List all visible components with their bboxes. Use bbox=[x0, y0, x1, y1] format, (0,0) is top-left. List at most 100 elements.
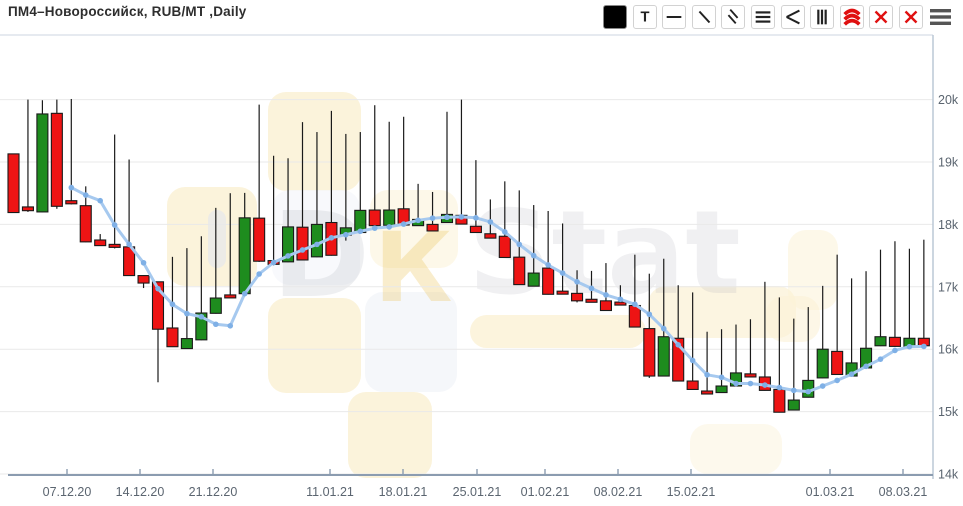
moving-average-dot bbox=[675, 342, 681, 348]
x-tick-label: 11.01.21 bbox=[306, 485, 354, 499]
candle-up[interactable] bbox=[239, 218, 250, 294]
candle-down[interactable] bbox=[51, 113, 62, 206]
moving-average-dot bbox=[921, 344, 927, 350]
candle-down[interactable] bbox=[615, 302, 626, 305]
candle-down[interactable] bbox=[702, 391, 713, 394]
x-tick-label: 08.02.21 bbox=[594, 485, 643, 499]
moving-average-dot bbox=[459, 214, 465, 220]
moving-average-dot bbox=[719, 374, 725, 380]
candle-up[interactable] bbox=[788, 400, 799, 410]
moving-average-dot bbox=[834, 378, 840, 384]
moving-average-dot bbox=[488, 219, 494, 225]
candle-up[interactable] bbox=[716, 386, 727, 393]
arcs-tool-button[interactable] bbox=[840, 5, 864, 29]
candle-down[interactable] bbox=[22, 207, 33, 211]
candlestick-chart[interactable]: 20k19k18k17k16k15k14k07.12.2014.12.2021.… bbox=[0, 0, 963, 506]
text-tool-button[interactable]: T bbox=[633, 5, 657, 29]
moving-average-dot bbox=[791, 388, 797, 394]
trend-line-tool-button[interactable] bbox=[692, 5, 716, 29]
candle-down[interactable] bbox=[600, 301, 611, 311]
angle-fan-tool-icon bbox=[782, 5, 804, 29]
x-tick-label: 08.03.21 bbox=[879, 485, 928, 499]
moving-average-dot bbox=[300, 247, 306, 253]
delete-all-icon bbox=[900, 5, 922, 29]
moving-average-dot bbox=[704, 372, 710, 378]
moving-average-dot bbox=[83, 192, 89, 198]
moving-average-dot bbox=[603, 292, 609, 298]
candle-up[interactable] bbox=[658, 337, 669, 376]
fib-levels-tool-button[interactable] bbox=[751, 5, 775, 29]
candle-down[interactable] bbox=[66, 201, 77, 204]
candle-down[interactable] bbox=[774, 389, 785, 412]
candle-down[interactable] bbox=[644, 329, 655, 376]
candle-down[interactable] bbox=[745, 374, 756, 377]
candle-down[interactable] bbox=[167, 328, 178, 347]
color-swatch-button[interactable] bbox=[603, 5, 627, 29]
moving-average-dot bbox=[227, 323, 233, 329]
moving-average-dot bbox=[256, 271, 262, 277]
candle-up[interactable] bbox=[210, 298, 221, 313]
candle-up[interactable] bbox=[37, 114, 48, 212]
y-tick-label: 19k bbox=[938, 156, 959, 170]
moving-average-dot bbox=[285, 253, 291, 259]
horizontal-line-tool-icon bbox=[663, 5, 685, 29]
moving-average-dot bbox=[97, 198, 103, 204]
candle-down[interactable] bbox=[514, 257, 525, 284]
candle-down[interactable] bbox=[138, 276, 149, 283]
moving-average-dot bbox=[647, 311, 653, 317]
moving-average-dot bbox=[820, 383, 826, 389]
x-tick-label: 14.12.20 bbox=[116, 485, 165, 499]
angle-fan-tool-button[interactable] bbox=[781, 5, 805, 29]
x-tick-label: 01.02.21 bbox=[521, 485, 570, 499]
candle-down[interactable] bbox=[254, 218, 265, 261]
x-tick-label: 21.12.20 bbox=[189, 485, 238, 499]
candle-down[interactable] bbox=[889, 337, 900, 346]
moving-average-dot bbox=[805, 389, 811, 395]
candle-down[interactable] bbox=[687, 381, 698, 389]
candle-down[interactable] bbox=[80, 206, 91, 242]
candle-down[interactable] bbox=[499, 236, 510, 257]
moving-average-dot bbox=[661, 326, 667, 332]
candle-down[interactable] bbox=[572, 293, 583, 300]
candle-down[interactable] bbox=[485, 234, 496, 238]
candle-up[interactable] bbox=[875, 337, 886, 346]
moving-average-dot bbox=[560, 270, 566, 276]
moving-average-dot bbox=[184, 311, 190, 317]
delete-selected-button[interactable] bbox=[869, 5, 893, 29]
delete-all-button[interactable] bbox=[899, 5, 923, 29]
candle-up[interactable] bbox=[384, 210, 395, 225]
candle-down[interactable] bbox=[557, 291, 568, 294]
moving-average-dot bbox=[892, 348, 898, 354]
candle-down[interactable] bbox=[8, 154, 19, 213]
candle-down[interactable] bbox=[586, 299, 597, 302]
moving-average-dot bbox=[907, 344, 913, 350]
moving-average-dot bbox=[401, 221, 407, 227]
candle-down[interactable] bbox=[95, 240, 106, 246]
candle-up[interactable] bbox=[181, 339, 192, 349]
candle-up[interactable] bbox=[817, 349, 828, 378]
horizontal-line-tool-button[interactable] bbox=[662, 5, 686, 29]
menu-button[interactable] bbox=[929, 5, 953, 29]
x-tick-label: 18.01.21 bbox=[379, 485, 428, 499]
candle-up[interactable] bbox=[311, 224, 322, 256]
candle-down[interactable] bbox=[297, 227, 308, 260]
candle-down[interactable] bbox=[225, 295, 236, 298]
parallel-lines-tool-button[interactable] bbox=[721, 5, 745, 29]
candle-down[interactable] bbox=[109, 244, 120, 247]
candle-down[interactable] bbox=[543, 268, 554, 294]
moving-average-dot bbox=[213, 321, 219, 327]
title-bar: ПМ4–Новороссийск, RUB/MT ,Daily T bbox=[0, 0, 963, 35]
menu-icon bbox=[929, 5, 953, 29]
x-tick-label: 01.03.21 bbox=[806, 485, 855, 499]
candle-down[interactable] bbox=[470, 226, 481, 232]
moving-average-dot bbox=[762, 382, 768, 388]
y-tick-label: 17k bbox=[938, 280, 959, 294]
candle-down[interactable] bbox=[427, 224, 438, 231]
y-tick-label: 18k bbox=[938, 218, 959, 232]
moving-average-dot bbox=[473, 215, 479, 221]
vertical-lines-tool-button[interactable] bbox=[810, 5, 834, 29]
candle-down[interactable] bbox=[832, 351, 843, 374]
candle-up[interactable] bbox=[528, 273, 539, 286]
candle-down[interactable] bbox=[369, 210, 380, 226]
price-chart-area[interactable]: 20k19k18k17k16k15k14k07.12.2014.12.2021.… bbox=[0, 0, 963, 506]
